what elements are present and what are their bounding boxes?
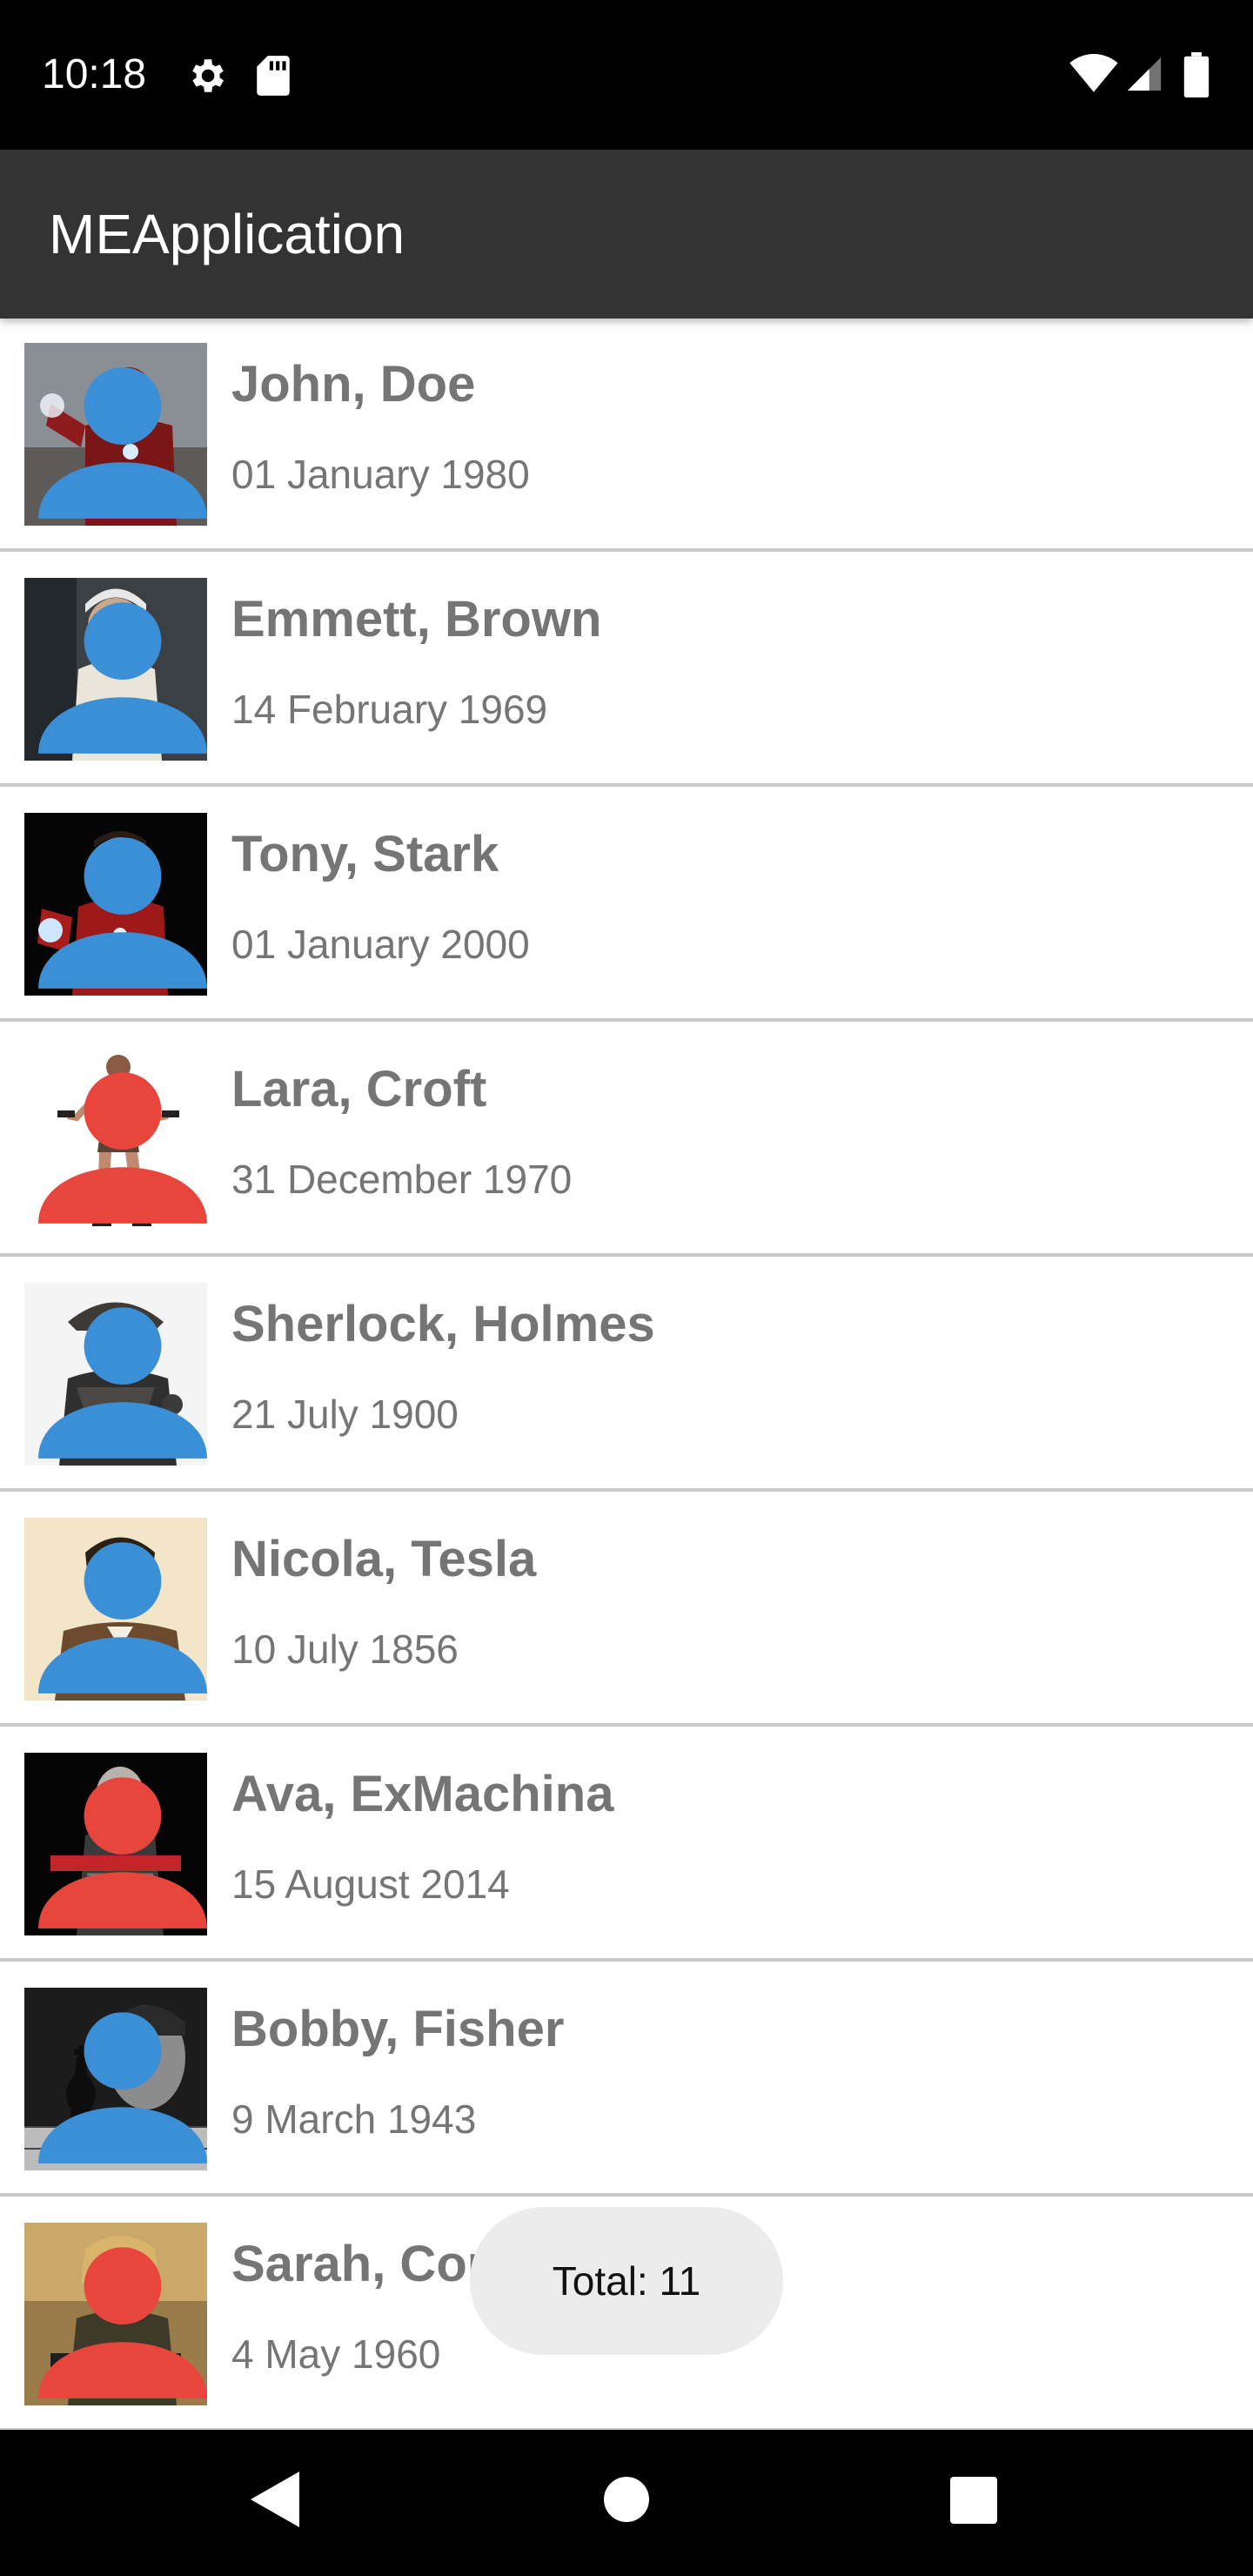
person-icon — [38, 837, 207, 989]
person-date: 15 August 2014 — [231, 1862, 510, 1907]
person-date: 31 December 1970 — [231, 1157, 573, 1202]
person-name: Lara, Croft — [231, 1061, 487, 1117]
person-name: Emmett, Brown — [231, 591, 602, 647]
list-item[interactable]: Lara, Croft 31 December 1970 — [0, 1023, 1253, 1257]
person-photo — [24, 578, 207, 761]
person-name: Sherlock, Holmes — [231, 1296, 655, 1352]
person-date: 21 July 1900 — [231, 1392, 459, 1437]
person-photo — [24, 1753, 207, 1935]
status-bar: 10:18 — [0, 0, 1253, 150]
list-item[interactable]: John, Doe 01 January 1980 — [0, 319, 1253, 552]
person-photo — [24, 343, 207, 526]
list-item[interactable]: Ava, ExMachina 15 August 2014 — [0, 1728, 1253, 1962]
person-date: 14 February 1969 — [231, 687, 548, 732]
person-icon — [38, 1542, 207, 1694]
home-icon[interactable] — [604, 2477, 649, 2522]
person-date: 9 March 1943 — [231, 2096, 477, 2142]
person-date: 10 July 1856 — [231, 1627, 459, 1672]
person-photo — [24, 1518, 207, 1701]
app-bar: MEApplication — [0, 150, 1253, 319]
sd-card-icon — [257, 56, 290, 96]
total-toast: Total: 11 — [470, 2207, 783, 2355]
person-icon — [38, 367, 207, 519]
person-date: 01 January 2000 — [231, 922, 530, 967]
gear-icon — [192, 59, 224, 92]
person-photo — [24, 1048, 207, 1231]
person-photo — [24, 1988, 207, 2170]
navigation-bar — [0, 2430, 1253, 2576]
list-item[interactable]: Sherlock, Holmes 21 July 1900 — [0, 1258, 1253, 1492]
person-name: Bobby, Fisher — [231, 2001, 565, 2057]
list-item[interactable]: Bobby, Fisher 9 March 1943 — [0, 1963, 1253, 2197]
person-date: 4 May 1960 — [231, 2331, 441, 2377]
cell-signal-icon — [1127, 57, 1162, 91]
people-list[interactable]: John, Doe 01 January 1980 Emmett, Brown … — [0, 319, 1253, 2430]
person-icon — [38, 602, 207, 754]
person-name: Tony, Stark — [231, 826, 499, 882]
person-photo — [24, 2223, 207, 2405]
back-icon[interactable] — [251, 2472, 299, 2527]
person-icon — [38, 1777, 207, 1929]
person-icon — [38, 1072, 207, 1224]
toast-text: Total: 11 — [552, 2258, 701, 2304]
person-name: John, Doe — [231, 356, 476, 413]
status-time: 10:18 — [42, 51, 147, 97]
person-photo — [24, 1283, 207, 1466]
person-icon — [38, 2012, 207, 2163]
battery-icon — [1183, 52, 1209, 97]
list-item[interactable]: Nicola, Tesla 10 July 1856 — [0, 1493, 1253, 1727]
person-date: 01 January 1980 — [231, 452, 530, 497]
person-icon — [38, 1307, 207, 1459]
recents-icon[interactable] — [950, 2477, 997, 2524]
person-name: Nicola, Tesla — [231, 1531, 537, 1587]
person-photo — [24, 813, 207, 996]
person-name: Ava, ExMachina — [231, 1766, 614, 1822]
list-item[interactable]: Tony, Stark 01 January 2000 — [0, 788, 1253, 1022]
person-icon — [38, 2247, 207, 2398]
app-title: MEApplication — [49, 203, 405, 265]
wifi-icon — [1069, 54, 1118, 92]
list-item[interactable]: Emmett, Brown 14 February 1969 — [0, 553, 1253, 787]
